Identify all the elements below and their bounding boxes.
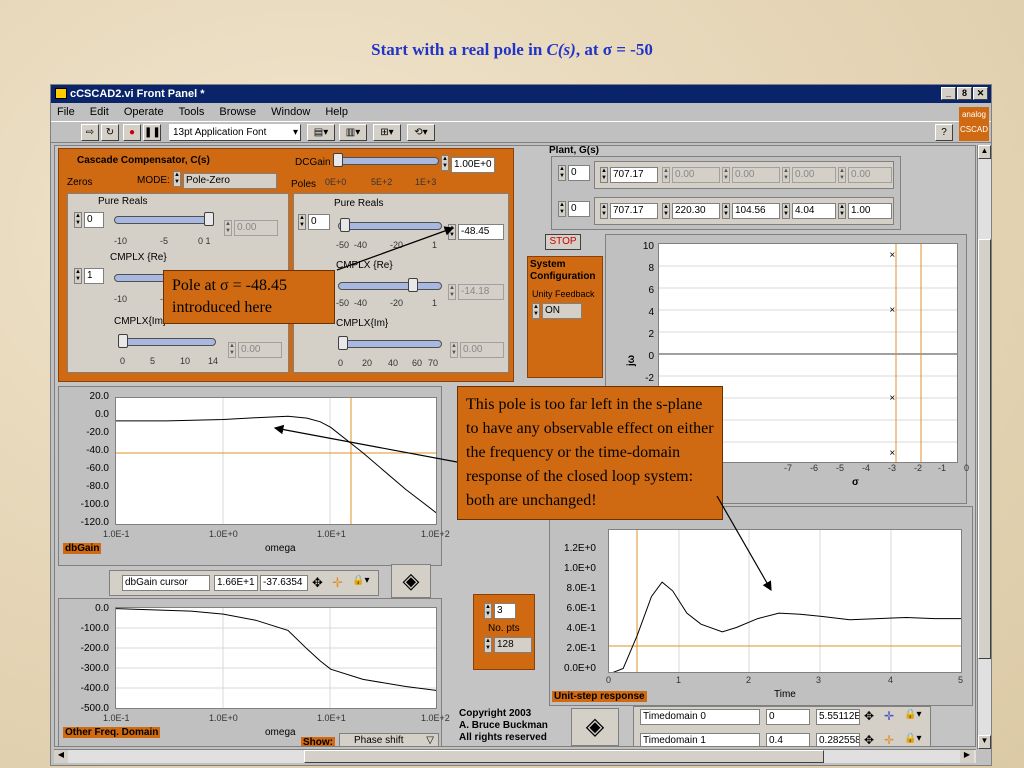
menu-window[interactable]: Window [271, 106, 310, 118]
close-button[interactable]: ✕ [973, 87, 988, 100]
align-icon[interactable]: ▤▾ [307, 124, 335, 141]
annotation-arrows [273, 226, 772, 592]
menu-browse[interactable]: Browse [219, 106, 256, 118]
menu-edit[interactable]: Edit [90, 106, 109, 118]
front-panel: Cascade Compensator, C(s) Zeros MODE: ▲ ▼… [54, 145, 976, 747]
distribute-icon[interactable]: ▥▾ [339, 124, 367, 141]
menu-bar: File Edit Operate Tools Browse Window He… [51, 104, 991, 120]
slide-title: Start with a real pole in C(s), at σ = -… [371, 40, 653, 59]
horizontal-scroll-thumb[interactable] [304, 750, 824, 763]
vi-icon [55, 88, 67, 99]
abort-icon[interactable]: ● [123, 124, 141, 141]
vi-logo-icon: analog CSCAD [959, 107, 989, 141]
menu-help[interactable]: Help [325, 106, 348, 118]
menu-file[interactable]: File [57, 106, 75, 118]
vertical-scroll-thumb[interactable] [978, 239, 991, 659]
horizontal-scrollbar[interactable]: ◀ ▶ [54, 749, 976, 763]
resize-icon[interactable]: ⊞▾ [373, 124, 401, 141]
maximize-button[interactable]: 8 [957, 87, 972, 100]
scroll-right-icon[interactable]: ▶ [960, 750, 974, 763]
scroll-up-icon[interactable]: ▲ [978, 145, 991, 159]
minimize-button[interactable]: _ [941, 87, 956, 100]
menu-operate[interactable]: Operate [124, 106, 164, 118]
run-arrow-icon[interactable]: ⇨ [81, 124, 99, 141]
run-continuous-icon[interactable]: ↻ [101, 124, 119, 141]
vertical-scrollbar[interactable]: ▲ ▼ [977, 145, 991, 749]
help-icon[interactable]: ? [935, 124, 953, 141]
scroll-down-icon[interactable]: ▼ [978, 735, 991, 749]
labview-window: cCSCAD2.vi Front Panel * _ 8 ✕ File Edit… [50, 84, 992, 766]
pause-icon[interactable]: ❚❚ [143, 124, 161, 141]
window-title: cCSCAD2.vi Front Panel * [70, 88, 205, 100]
scroll-left-icon[interactable]: ◀ [54, 750, 68, 763]
font-select[interactable]: 13pt Application Font ▾ [169, 124, 301, 141]
reorder-icon[interactable]: ⟲▾ [407, 124, 435, 141]
toolbar: ⇨ ↻ ● ❚❚ 13pt Application Font ▾ ▤▾ ▥▾ ⊞▾… [51, 121, 991, 143]
menu-tools[interactable]: Tools [179, 106, 205, 118]
window-titlebar[interactable]: cCSCAD2.vi Front Panel * _ 8 ✕ [51, 85, 991, 103]
